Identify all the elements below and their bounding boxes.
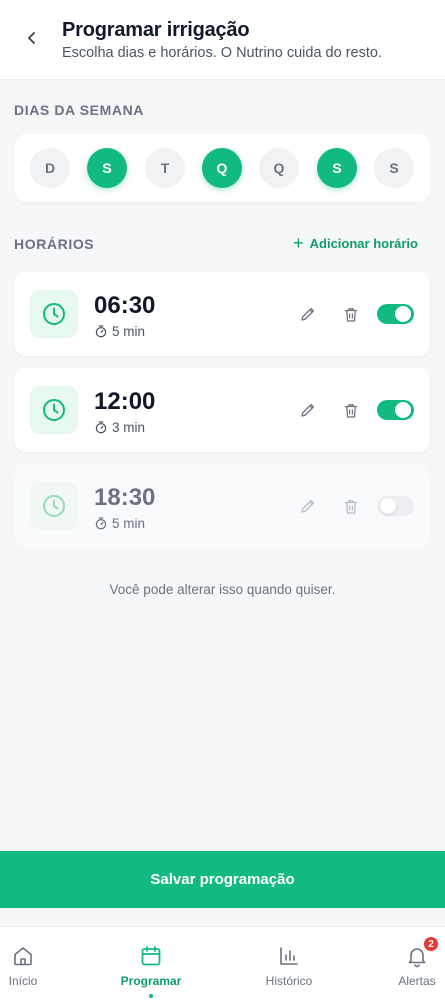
chevron-left-icon	[28, 32, 35, 44]
schedule-duration: 5 min	[95, 516, 145, 531]
tab-label: Início	[8, 974, 38, 988]
add-schedule-label: Adicionar horário	[309, 235, 418, 251]
save-schedule-button[interactable]: Salvar programação	[0, 851, 445, 908]
schedule-enabled-toggle[interactable]	[377, 304, 414, 324]
delete-schedule-button[interactable]	[340, 303, 362, 325]
day-toggle-saturday[interactable]: S	[374, 148, 414, 188]
edit-schedule-button[interactable]	[297, 399, 319, 421]
timer-icon	[95, 421, 107, 434]
day-toggle-monday[interactable]: S	[87, 148, 127, 188]
tab-label: Histórico	[265, 974, 313, 988]
delete-schedule-button[interactable]	[340, 495, 362, 517]
pencil-icon	[301, 403, 315, 417]
trash-icon	[344, 307, 358, 322]
tab-inicio[interactable]: Início	[0, 927, 46, 1003]
notification-badge: 2	[423, 936, 439, 952]
pencil-icon	[301, 499, 315, 513]
plus-icon: +	[293, 233, 304, 253]
schedule-enabled-toggle[interactable]	[377, 400, 414, 420]
delete-schedule-button[interactable]	[340, 399, 362, 421]
day-toggle-wednesday[interactable]: Q	[202, 148, 242, 188]
schedule-time: 12:00	[94, 388, 156, 415]
day-toggle-tuesday[interactable]: T	[145, 148, 185, 188]
clock-icon-box	[30, 386, 78, 434]
schedule-duration: 3 min	[95, 420, 145, 435]
schedule-duration-text: 5 min	[112, 324, 146, 339]
trash-icon	[344, 499, 358, 514]
clock-icon	[43, 399, 65, 421]
edit-schedule-button[interactable]	[297, 495, 319, 517]
tab-programar[interactable]: Programar	[116, 927, 186, 1003]
schedule-card: 12:00 3 min	[14, 368, 430, 452]
footnote-text: Você pode alterar isso quando quiser.	[109, 582, 336, 597]
bell-icon-wrap: 2	[404, 936, 439, 969]
tab-alertas[interactable]: 2 Alertas	[392, 927, 442, 1003]
schedule-time: 06:30	[94, 292, 156, 319]
tab-label: Programar	[120, 974, 182, 988]
schedule-duration: 5 min	[95, 324, 145, 339]
home-icon	[14, 947, 32, 966]
clock-icon	[43, 495, 65, 517]
page-subtitle: Escolha dias e horários. O Nutrino cuida…	[62, 45, 382, 61]
schedule-card: 06:30 5 min	[14, 272, 430, 356]
day-toggle-friday[interactable]: S	[317, 148, 357, 188]
back-button[interactable]	[20, 26, 44, 50]
bar-chart-icon-wrap	[276, 943, 302, 969]
day-toggle-thursday[interactable]: Q	[259, 148, 299, 188]
days-section-label: DIAS DA SEMANA	[14, 102, 144, 118]
schedule-card: 18:30 5 min	[14, 464, 430, 548]
schedules-section-label: HORÁRIOS	[14, 236, 95, 252]
tab-label: Alertas	[398, 974, 436, 988]
page-title: Programar irrigação	[62, 19, 250, 41]
trash-icon	[344, 403, 358, 418]
add-schedule-button[interactable]: + Adicionar horário	[293, 234, 418, 252]
timer-icon	[95, 517, 107, 530]
tab-historico[interactable]: Histórico	[258, 927, 320, 1003]
timer-icon	[95, 325, 107, 338]
calendar-icon	[141, 946, 161, 966]
edit-schedule-button[interactable]	[297, 303, 319, 325]
clock-icon-box	[30, 482, 78, 530]
toggle-knob	[395, 402, 411, 418]
bottom-tab-bar: Início Programar Histórico 2 Alertas	[0, 926, 445, 1003]
header: Programar irrigação Escolha dias e horár…	[0, 0, 445, 80]
schedule-time: 18:30	[94, 484, 156, 511]
day-toggle-sunday[interactable]: D	[30, 148, 70, 188]
calendar-icon-wrap	[138, 943, 164, 969]
home-icon-wrap	[10, 943, 36, 969]
toggle-knob	[395, 306, 411, 322]
bar-chart-icon	[280, 947, 298, 965]
schedule-duration-text: 3 min	[112, 420, 146, 435]
pencil-icon	[301, 307, 315, 321]
days-selector: D S T Q Q S S	[14, 134, 430, 202]
schedule-duration-text: 5 min	[112, 516, 146, 531]
active-tab-indicator	[149, 994, 153, 998]
clock-icon	[43, 303, 65, 325]
schedule-enabled-toggle[interactable]	[377, 496, 414, 516]
toggle-knob	[380, 498, 396, 514]
clock-icon-box	[30, 290, 78, 338]
